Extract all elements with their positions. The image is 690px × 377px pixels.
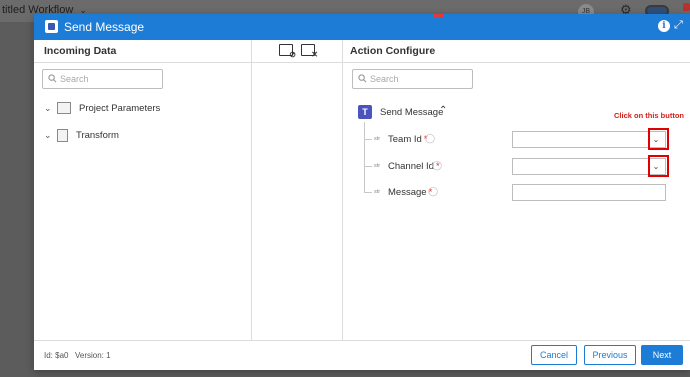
expand-icon[interactable]: ⤢ [674,19,683,32]
incoming-search[interactable] [42,69,163,89]
tree-connector [364,122,365,192]
tree-item-label: Transform [76,129,119,141]
incoming-data-heading: Incoming Data [44,45,117,57]
highlight-channel-id-dropdown [648,155,669,177]
action-search-input[interactable] [370,72,468,86]
annotation-text: Click on this button [614,111,684,120]
column-divider-right [342,40,343,340]
action-configure-heading: Action Configure [350,45,436,57]
previous-button[interactable]: Previous [584,345,636,365]
notification-badge [683,3,690,11]
parameters-icon [57,102,71,114]
dialog-header: Send Message i ⤢ [34,14,690,40]
type-tag: str [374,136,381,142]
highlight-team-id-dropdown [648,128,669,150]
dialog-title: Send Message [64,20,145,34]
version-text: Version: 1 [75,351,111,360]
message-field[interactable] [512,184,666,201]
search-icon [48,74,57,83]
transform-icon [57,128,68,142]
team-id-field[interactable]: ⌄ [512,131,666,148]
chevron-down-icon[interactable]: ⌄ [44,130,54,141]
team-id-label: Team Id * [388,134,428,145]
column-divider-left [251,40,252,340]
tree-item-transform[interactable]: ⌄ Transform [44,127,119,143]
message-label: Message * [388,187,433,198]
drag-handle[interactable] [434,14,444,17]
channel-id-field[interactable]: ⌄ [512,158,666,175]
next-button[interactable]: Next [641,345,683,365]
action-node-label: Send Message [380,107,444,118]
footer-divider [34,340,690,341]
chevron-up-icon[interactable]: ⌃ [439,105,447,116]
type-tag: str [374,189,381,195]
chevron-down-icon[interactable]: ⌄ [44,103,54,114]
type-tag: str [374,163,381,169]
outlook-app-icon [45,20,58,33]
tree-connector [364,192,372,193]
send-message-dialog: Send Message i ⤢ Incoming Data Action Co… [34,14,690,370]
cancel-button[interactable]: Cancel [531,345,577,365]
info-icon[interactable]: i [658,20,670,32]
unlink-mapping-icon[interactable] [301,44,318,59]
tree-connector [364,166,372,167]
tree-item-project-parameters[interactable]: ⌄ Project Parameters [44,100,160,116]
header-divider [34,62,690,63]
search-icon [358,74,367,83]
lightbulb-icon[interactable]: ◯ [425,133,435,144]
action-search[interactable] [352,69,473,89]
tree-item-label: Project Parameters [79,102,161,114]
lightbulb-icon[interactable]: ◯ [432,160,442,171]
id-text: Id: $a0 [44,351,69,360]
teams-icon: T [358,105,372,119]
incoming-search-input[interactable] [60,72,158,86]
tree-connector [364,139,372,140]
link-mapping-icon[interactable] [279,44,296,59]
lightbulb-icon[interactable]: ◯ [428,186,438,197]
